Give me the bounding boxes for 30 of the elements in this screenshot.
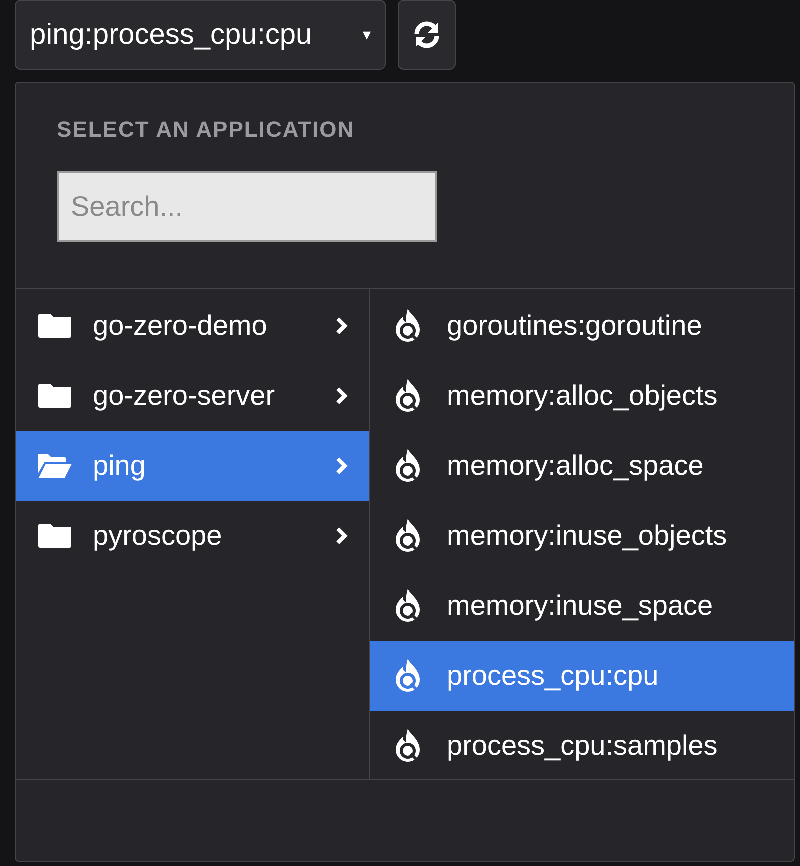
profile-item[interactable]: process_cpu:samples <box>370 711 794 781</box>
profile-item[interactable]: goroutines:goroutine <box>370 291 794 361</box>
folder-open-icon <box>37 454 73 478</box>
popup-heading: SELECT AN APPLICATION <box>57 117 356 143</box>
profile-item[interactable]: memory:alloc_objects <box>370 361 794 431</box>
flame-icon <box>394 659 422 693</box>
flame-icon <box>394 309 422 343</box>
application-select[interactable]: ping:process_cpu:cpu ▾ <box>15 0 386 70</box>
flame-icon <box>394 589 422 623</box>
profile-item[interactable]: memory:alloc_space <box>370 431 794 501</box>
chevron-right-icon <box>335 316 349 336</box>
flame-icon <box>394 449 422 483</box>
application-item[interactable]: ping <box>16 431 369 501</box>
profile-item[interactable]: process_cpu:cpu <box>370 641 794 711</box>
folder-icon <box>37 314 73 338</box>
search-field[interactable]: Search... <box>57 171 437 242</box>
folder-icon <box>37 524 73 548</box>
flame-icon <box>394 379 422 413</box>
application-item[interactable]: go-zero-demo <box>16 291 369 361</box>
flame-icon <box>394 519 422 553</box>
folder-icon <box>37 384 73 408</box>
profile-item[interactable]: memory:inuse_space <box>370 571 794 641</box>
application-item[interactable]: go-zero-server <box>16 361 369 431</box>
refresh-button[interactable] <box>398 0 456 70</box>
chevron-right-icon <box>335 386 349 406</box>
application-item[interactable]: pyroscope <box>16 501 369 571</box>
chevron-right-icon <box>335 456 349 476</box>
chevron-right-icon <box>335 526 349 546</box>
profile-item[interactable]: memory:inuse_objects <box>370 501 794 571</box>
flame-icon <box>394 729 422 763</box>
